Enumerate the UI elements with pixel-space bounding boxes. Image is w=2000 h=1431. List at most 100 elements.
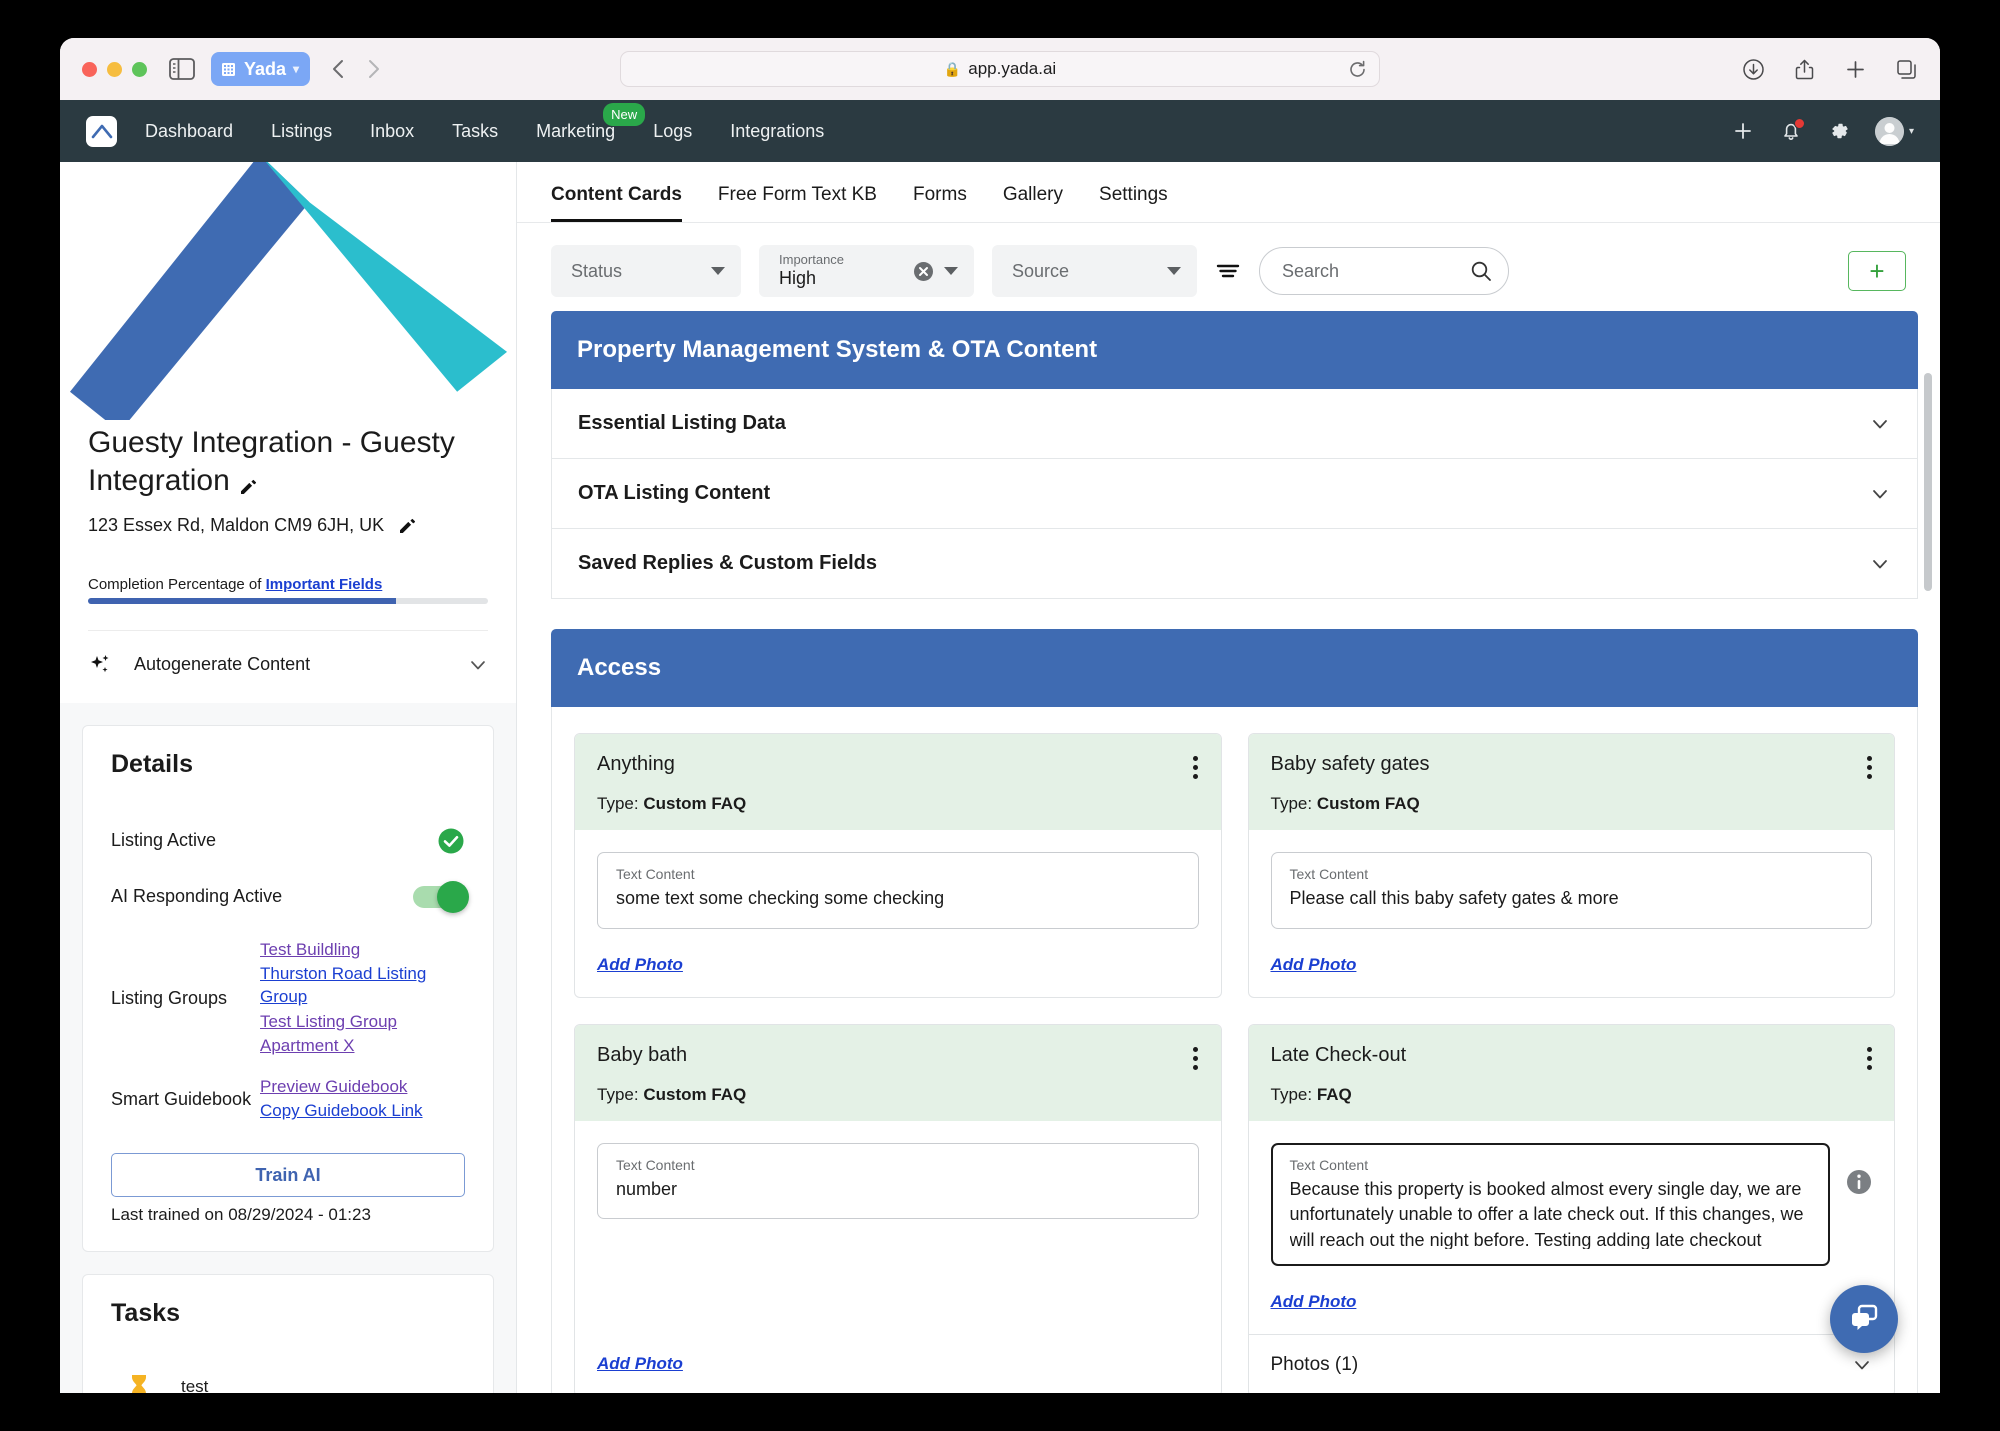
card-menu-icon[interactable] bbox=[1866, 1044, 1872, 1070]
plus-icon[interactable] bbox=[1731, 119, 1755, 143]
nav-link-dashboard[interactable]: Dashboard bbox=[143, 117, 235, 146]
preview-guidebook-link[interactable]: Preview Guidebook bbox=[260, 1076, 465, 1099]
autogenerate-content-row[interactable]: Autogenerate Content bbox=[88, 629, 488, 677]
filter-bar: Status Importance High Source Search + bbox=[517, 223, 1940, 311]
card-menu-icon[interactable] bbox=[1193, 753, 1199, 779]
search-icon[interactable] bbox=[1470, 260, 1492, 282]
copy-guidebook-link[interactable]: Copy Guidebook Link bbox=[260, 1100, 465, 1123]
listing-group-link[interactable]: Test Listing Group bbox=[260, 1011, 465, 1034]
edit-address-pencil-icon[interactable] bbox=[398, 516, 417, 535]
gear-icon[interactable] bbox=[1827, 119, 1851, 143]
browser-nav-arrows[interactable] bbox=[328, 58, 384, 80]
tab-gallery[interactable]: Gallery bbox=[1003, 184, 1063, 222]
accordion-saved-replies-custom-fields[interactable]: Saved Replies & Custom Fields bbox=[551, 529, 1918, 599]
card-title: Baby safety gates bbox=[1270, 753, 1430, 775]
add-photo-link[interactable]: Add Photo bbox=[597, 1328, 683, 1393]
tab-settings[interactable]: Settings bbox=[1099, 184, 1168, 222]
source-filter-select[interactable]: Source bbox=[992, 245, 1197, 297]
nav-link-logs[interactable]: Logs bbox=[651, 117, 694, 146]
importance-filter-select[interactable]: Importance High bbox=[759, 245, 974, 297]
last-trained-text: Last trained on 08/29/2024 - 01:23 bbox=[111, 1205, 371, 1225]
traffic-lights[interactable] bbox=[82, 61, 147, 77]
content-card[interactable]: Baby bath Type: Custom FAQ Text Content … bbox=[574, 1023, 1222, 1393]
task-item[interactable]: test bbox=[111, 1362, 465, 1393]
back-arrow-icon[interactable] bbox=[328, 58, 350, 80]
forward-arrow-icon[interactable] bbox=[362, 58, 384, 80]
text-content-field[interactable]: Text Content Please call this baby safet… bbox=[1270, 852, 1872, 929]
avatar-menu[interactable]: ▾ bbox=[1874, 116, 1914, 146]
card-type-value: Custom FAQ bbox=[643, 794, 747, 813]
listing-address-row: 123 Essex Rd, Maldon CM9 6JH, UK bbox=[88, 515, 488, 536]
text-content-field[interactable]: Text Content some text some checking som… bbox=[597, 852, 1199, 929]
card-menu-icon[interactable] bbox=[1193, 1044, 1199, 1070]
add-content-card-button[interactable]: + bbox=[1848, 251, 1906, 291]
status-filter-select[interactable]: Status bbox=[551, 245, 741, 297]
content-scroll-area[interactable]: Property Management System & OTA Content… bbox=[517, 311, 1940, 1393]
chevron-down-icon bbox=[1869, 553, 1891, 575]
clear-filter-icon[interactable] bbox=[913, 261, 934, 282]
chat-fab-button[interactable] bbox=[1830, 1285, 1898, 1353]
card-type-value: Custom FAQ bbox=[1316, 794, 1420, 813]
search-input[interactable] bbox=[1282, 260, 1470, 282]
tab-free-form-text-kb[interactable]: Free Form Text KB bbox=[718, 184, 877, 222]
nav-link-marketing[interactable]: Marketing New bbox=[534, 102, 646, 146]
download-icon[interactable] bbox=[1742, 58, 1765, 81]
text-content-field[interactable]: Text Content Because this property is bo… bbox=[1270, 1142, 1830, 1266]
maximize-window-button[interactable] bbox=[132, 61, 147, 77]
card-type: Type: Custom FAQ bbox=[597, 1085, 1199, 1105]
listing-group-link[interactable]: Apartment X bbox=[260, 1035, 465, 1058]
tab-content-cards[interactable]: Content Cards bbox=[551, 184, 682, 222]
browser-profile-chip[interactable]: Yada ▾ bbox=[211, 52, 311, 86]
text-content-field[interactable]: Text Content number bbox=[597, 1142, 1199, 1220]
content-card[interactable]: Baby safety gates Type: Custom FAQ Text … bbox=[1247, 733, 1895, 998]
url-bar[interactable]: 🔒 app.yada.ai bbox=[620, 51, 1380, 87]
listing-group-link[interactable]: Test Buildling bbox=[260, 939, 465, 962]
tab-overview-icon[interactable] bbox=[1895, 58, 1918, 81]
card-type: Type: Custom FAQ bbox=[597, 794, 1199, 814]
nav-link-inbox[interactable]: Inbox bbox=[368, 117, 416, 146]
nav-link-integrations[interactable]: Integrations bbox=[728, 117, 826, 146]
nav-link-listings[interactable]: Listings bbox=[269, 117, 334, 146]
sort-icon[interactable] bbox=[1215, 258, 1241, 284]
new-tab-icon[interactable] bbox=[1844, 58, 1867, 81]
ai-responding-toggle[interactable] bbox=[413, 880, 469, 913]
content-card[interactable]: Late Check-out Type: FAQ Text Content Be… bbox=[1247, 1023, 1895, 1393]
search-box[interactable] bbox=[1259, 247, 1509, 295]
train-ai-button[interactable]: Train AI bbox=[111, 1153, 465, 1198]
nav-link-tasks[interactable]: Tasks bbox=[450, 117, 500, 146]
close-window-button[interactable] bbox=[82, 61, 97, 77]
source-filter-right bbox=[1167, 267, 1181, 275]
accordion-essential-listing-data[interactable]: Essential Listing Data bbox=[551, 389, 1918, 459]
add-photo-link[interactable]: Add Photo bbox=[1271, 1266, 1357, 1334]
chat-bubble-icon bbox=[1847, 1302, 1881, 1336]
important-fields-link[interactable]: Important Fields bbox=[266, 576, 383, 593]
card-type-label: Type: bbox=[1270, 1084, 1313, 1104]
source-filter-placeholder: Source bbox=[1012, 260, 1070, 281]
scrollbar-thumb[interactable] bbox=[1924, 373, 1932, 591]
listing-group-link[interactable]: Thurston Road Listing Group bbox=[260, 963, 465, 1008]
listing-active-row: Listing Active bbox=[111, 813, 465, 869]
reload-icon[interactable] bbox=[1348, 60, 1367, 79]
card-menu-icon[interactable] bbox=[1866, 753, 1872, 779]
tab-forms[interactable]: Forms bbox=[913, 184, 967, 222]
listing-groups-row: Listing Groups Test Buildling Thurston R… bbox=[111, 925, 465, 1058]
section-pms-ota: Property Management System & OTA Content… bbox=[551, 311, 1918, 599]
sidebar-toggle-icon[interactable] bbox=[169, 58, 195, 80]
content-scrollbar[interactable] bbox=[1924, 321, 1932, 1393]
edit-title-pencil-icon[interactable] bbox=[239, 477, 258, 496]
add-photo-link[interactable]: Add Photo bbox=[597, 929, 683, 997]
status-filter-right bbox=[711, 267, 725, 275]
yada-logo-icon[interactable] bbox=[86, 115, 117, 147]
nav-label: Tasks bbox=[452, 120, 499, 141]
smart-guidebook-label: Smart Guidebook bbox=[111, 1088, 252, 1109]
add-photo-link[interactable]: Add Photo bbox=[1271, 929, 1357, 997]
minimize-window-button[interactable] bbox=[107, 61, 122, 77]
photos-accordion[interactable]: Photos (1) bbox=[1248, 1333, 1894, 1393]
share-icon[interactable] bbox=[1793, 58, 1816, 81]
content-card[interactable]: Anything Type: Custom FAQ Text Content s… bbox=[574, 733, 1222, 998]
card-type: Type: FAQ bbox=[1271, 1085, 1873, 1105]
listing-groups-label: Listing Groups bbox=[111, 987, 228, 1008]
bell-icon[interactable] bbox=[1779, 118, 1805, 143]
accordion-ota-listing-content[interactable]: OTA Listing Content bbox=[551, 459, 1918, 529]
info-icon[interactable] bbox=[1846, 1169, 1872, 1195]
